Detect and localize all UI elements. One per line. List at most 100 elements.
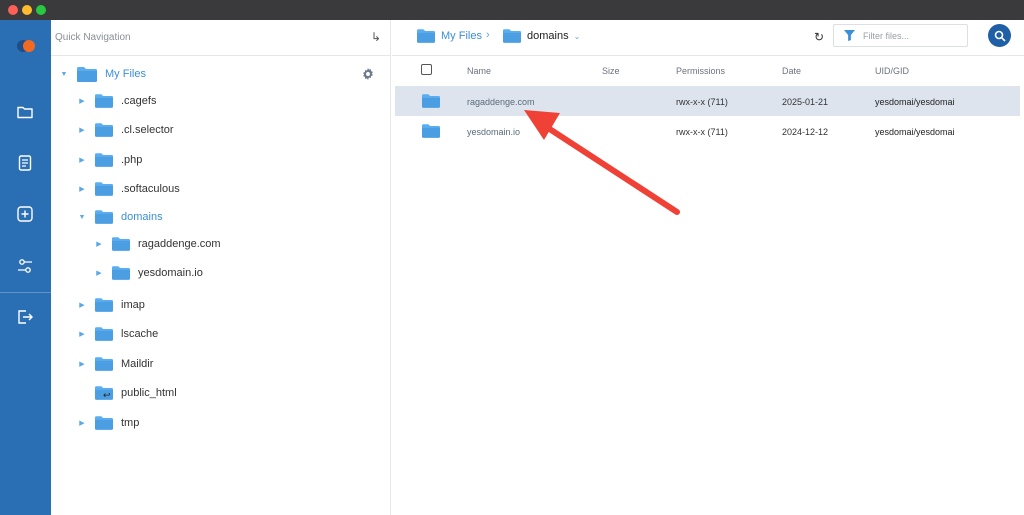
folder-icon (95, 298, 113, 312)
breadcrumb-current[interactable]: domains ⌄ (503, 29, 580, 43)
tree-item-label: imap (121, 299, 145, 311)
settings-sliders-icon[interactable] (15, 256, 35, 276)
table-row[interactable]: yesdomain.io rwx-x-x (711) 2024-12-12 ye… (395, 116, 1020, 146)
folder-icon[interactable] (15, 102, 35, 122)
file-list-panel: My Files › domains ⌄ ↻ Name Size Permiss… (392, 20, 1024, 515)
tree-item-label: .cl.selector (121, 124, 174, 136)
search-button[interactable] (988, 24, 1011, 47)
quick-navigation-title: Quick Navigation (55, 32, 131, 43)
collapsed-caret-icon[interactable]: ▶ (77, 126, 87, 134)
tree-root-label: My Files (105, 68, 146, 80)
tree-item-label: ragaddenge.com (138, 238, 221, 250)
folder-icon (77, 66, 97, 82)
collapsed-caret-icon[interactable]: ▶ (77, 301, 87, 309)
column-name[interactable]: Name (467, 66, 491, 76)
tree-item[interactable]: ▶ .php (77, 149, 142, 171)
tree-item[interactable]: ▶ ragaddenge.com (94, 233, 221, 255)
chevron-down-icon[interactable]: ⌄ (574, 32, 581, 41)
folder-icon (95, 327, 113, 341)
filter-input[interactable] (863, 30, 963, 41)
notes-icon[interactable] (15, 153, 35, 173)
icon-rail (0, 20, 51, 515)
folder-icon (422, 94, 440, 108)
folder-icon (112, 266, 130, 280)
folder-icon (95, 153, 113, 167)
tree-item-label: domains (121, 211, 163, 223)
expanded-caret-icon[interactable]: ▼ (77, 214, 87, 221)
folder-icon (95, 416, 113, 430)
tree-item-label: public_html (121, 387, 177, 399)
app-logo (17, 40, 35, 52)
collapsed-caret-icon[interactable]: ▶ (77, 330, 87, 338)
tree-item[interactable]: ▶ .cagefs (77, 90, 156, 112)
filter-icon (844, 30, 855, 41)
collapsed-caret-icon[interactable]: ▶ (94, 269, 104, 277)
gear-icon[interactable] (362, 68, 374, 80)
file-name[interactable]: ragaddenge.com (467, 97, 535, 107)
collapsed-caret-icon[interactable]: ▶ (94, 240, 104, 248)
collapse-arrow-icon[interactable]: ↳ (371, 30, 381, 44)
collapsed-caret-icon[interactable]: ▶ (77, 185, 87, 193)
tree-item-label: yesdomain.io (138, 267, 203, 279)
folder-icon (112, 237, 130, 251)
folder-icon (95, 357, 113, 371)
quick-navigation-panel: Quick Navigation ↳ ▼ My Files ▶ .cagefs ▶.… (51, 20, 391, 515)
add-icon[interactable] (15, 204, 35, 224)
folder-icon (95, 182, 113, 196)
collapsed-caret-icon[interactable]: ▶ (77, 360, 87, 368)
file-name[interactable]: yesdomain.io (467, 127, 520, 137)
table-row[interactable]: ragaddenge.com rwx-x-x (711) 2025-01-21 … (395, 86, 1020, 116)
tree-item[interactable]: ▼ domains (77, 206, 163, 228)
expanded-caret-icon[interactable]: ▼ (59, 71, 69, 78)
folder-icon (422, 124, 440, 138)
maximize-window-button[interactable] (36, 5, 46, 15)
chevron-right-icon: › (486, 29, 490, 41)
tree-item[interactable]: ▶ .cl.selector (77, 119, 174, 141)
symlink-icon: ↩ (103, 390, 111, 400)
folder-icon (95, 123, 113, 137)
breadcrumb-root-label: My Files (441, 30, 482, 42)
file-date: 2024-12-12 (782, 127, 829, 137)
file-uid: yesdomai/yesdomai (875, 97, 955, 107)
column-size[interactable]: Size (602, 66, 620, 76)
tree-item[interactable]: ▶ Maildir (77, 353, 153, 375)
logout-icon[interactable] (15, 307, 35, 327)
select-all-checkbox[interactable] (421, 64, 432, 75)
tree-item[interactable]: ▶ imap (77, 294, 145, 316)
tree-item[interactable]: ▶ .softaculous (77, 178, 180, 200)
tree-item-label: Maildir (121, 358, 154, 370)
minimize-window-button[interactable] (22, 5, 32, 15)
collapsed-caret-icon[interactable]: ▶ (77, 97, 87, 105)
refresh-icon[interactable]: ↻ (814, 30, 824, 44)
folder-icon (417, 29, 435, 43)
tree-root-my-files[interactable]: ▼ My Files (59, 63, 146, 85)
tree-item-label: tmp (121, 417, 140, 429)
tree-item-label: .php (121, 154, 143, 166)
rail-divider (0, 292, 51, 293)
file-uid: yesdomai/yesdomai (875, 127, 955, 137)
breadcrumb-current-label: domains (527, 30, 569, 42)
app-window: Quick Navigation ↳ ▼ My Files ▶ .cagefs ▶.… (0, 0, 1024, 515)
quick-navigation-header: Quick Navigation ↳ (51, 20, 391, 56)
toolbar: My Files › domains ⌄ ↻ (392, 20, 1024, 56)
tree-item[interactable]: ▶ yesdomain.io (94, 262, 203, 284)
breadcrumb-my-files[interactable]: My Files (417, 29, 482, 43)
collapsed-caret-icon[interactable]: ▶ (77, 156, 87, 164)
tree-item[interactable]: ▶ tmp (77, 412, 139, 434)
tree-item-label: .softaculous (121, 183, 180, 195)
column-uid[interactable]: UID/GID (875, 66, 909, 76)
close-window-button[interactable] (8, 5, 18, 15)
file-permissions: rwx-x-x (711) (676, 127, 728, 137)
tree-item[interactable]: ↩ public_html (77, 382, 177, 404)
folder-icon (95, 210, 113, 224)
tree-item-label: .cagefs (121, 95, 157, 107)
column-permissions[interactable]: Permissions (676, 66, 725, 76)
tree-item[interactable]: ▶ lscache (77, 323, 158, 345)
table-header: Name Size Permissions Date UID/GID (392, 56, 1024, 86)
folder-icon (503, 29, 521, 43)
filter-box[interactable] (833, 24, 968, 47)
folder-icon (95, 94, 113, 108)
collapsed-caret-icon[interactable]: ▶ (77, 419, 87, 427)
column-date[interactable]: Date (782, 66, 801, 76)
search-icon (994, 30, 1006, 42)
